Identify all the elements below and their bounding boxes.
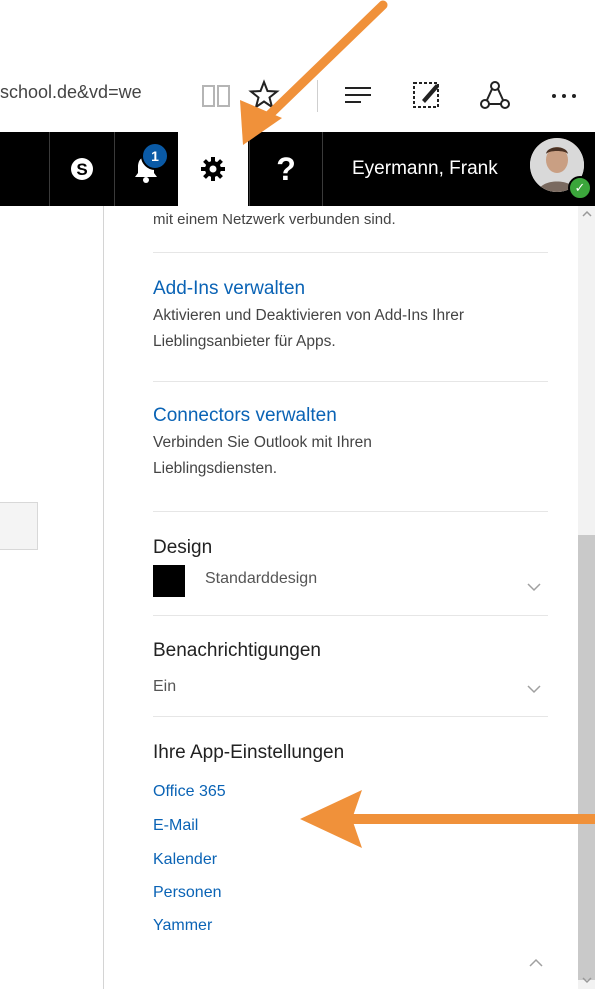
browser-toolbar: school.de&vd=we bbox=[0, 60, 595, 132]
design-title: Design bbox=[153, 537, 213, 558]
presence-available-icon: ✓ bbox=[568, 176, 592, 200]
manage-connectors-desc: Verbinden Sie Outlook mit Ihren Liebling… bbox=[153, 434, 372, 477]
help-icon: ? bbox=[276, 150, 296, 187]
app-settings-title: Ihre App-Einstellungen bbox=[153, 742, 345, 763]
address-bar-url[interactable]: school.de&vd=we bbox=[0, 82, 142, 103]
skype-button[interactable]: S bbox=[50, 132, 114, 206]
reading-view-icon[interactable] bbox=[199, 78, 233, 112]
web-note-icon[interactable] bbox=[410, 78, 444, 112]
notification-count-badge: 1 bbox=[141, 142, 169, 170]
previous-section-desc: mit einem Netzwerk verbunden sind. bbox=[153, 211, 396, 228]
hub-icon[interactable] bbox=[341, 78, 375, 112]
app-link-office365[interactable]: Office 365 bbox=[153, 783, 226, 801]
chevron-down-icon[interactable] bbox=[525, 680, 543, 698]
section-divider bbox=[153, 252, 548, 253]
section-divider bbox=[153, 716, 548, 717]
manage-addins-link[interactable]: Add-Ins verwalten bbox=[153, 278, 305, 300]
section-divider bbox=[153, 381, 548, 382]
notifications-button[interactable] bbox=[115, 132, 177, 206]
more-options-icon[interactable] bbox=[548, 78, 582, 112]
manage-addins-desc: Aktivieren und Deaktivieren von Add-Ins … bbox=[153, 307, 465, 350]
notifications-value[interactable]: Ein bbox=[153, 678, 176, 696]
scrollbar-thumb[interactable] bbox=[578, 535, 595, 980]
chevron-up-icon[interactable] bbox=[526, 955, 546, 971]
section-divider bbox=[153, 615, 548, 616]
section-divider bbox=[153, 511, 548, 512]
app-link-yammer[interactable]: Yammer bbox=[153, 917, 212, 935]
notifications-title: Benachrichtigungen bbox=[153, 640, 321, 661]
app-link-people[interactable]: Personen bbox=[153, 884, 222, 902]
manage-connectors-link[interactable]: Connectors verwalten bbox=[153, 405, 337, 427]
share-icon[interactable] bbox=[478, 78, 512, 112]
help-button[interactable]: ? bbox=[250, 132, 322, 206]
skype-icon: S bbox=[71, 158, 93, 180]
toolbar-separator bbox=[317, 80, 318, 112]
scroll-up-arrow-icon[interactable] bbox=[579, 206, 595, 222]
svg-text:S: S bbox=[76, 160, 87, 179]
header-divider bbox=[322, 132, 323, 206]
scroll-down-arrow-icon[interactable] bbox=[579, 972, 595, 988]
chevron-down-icon[interactable] bbox=[525, 578, 543, 596]
settings-button[interactable] bbox=[178, 132, 248, 206]
outlook-header-bar: S ? bbox=[0, 132, 595, 206]
design-value[interactable]: Standarddesign bbox=[205, 570, 317, 588]
app-link-email[interactable]: E-Mail bbox=[153, 817, 198, 835]
favorite-star-icon[interactable] bbox=[247, 78, 281, 112]
gear-icon bbox=[201, 157, 225, 181]
design-swatch bbox=[153, 565, 185, 597]
user-name[interactable]: Eyermann, Frank bbox=[352, 158, 498, 180]
app-link-calendar[interactable]: Kalender bbox=[153, 851, 217, 869]
background-button[interactable] bbox=[0, 502, 38, 550]
